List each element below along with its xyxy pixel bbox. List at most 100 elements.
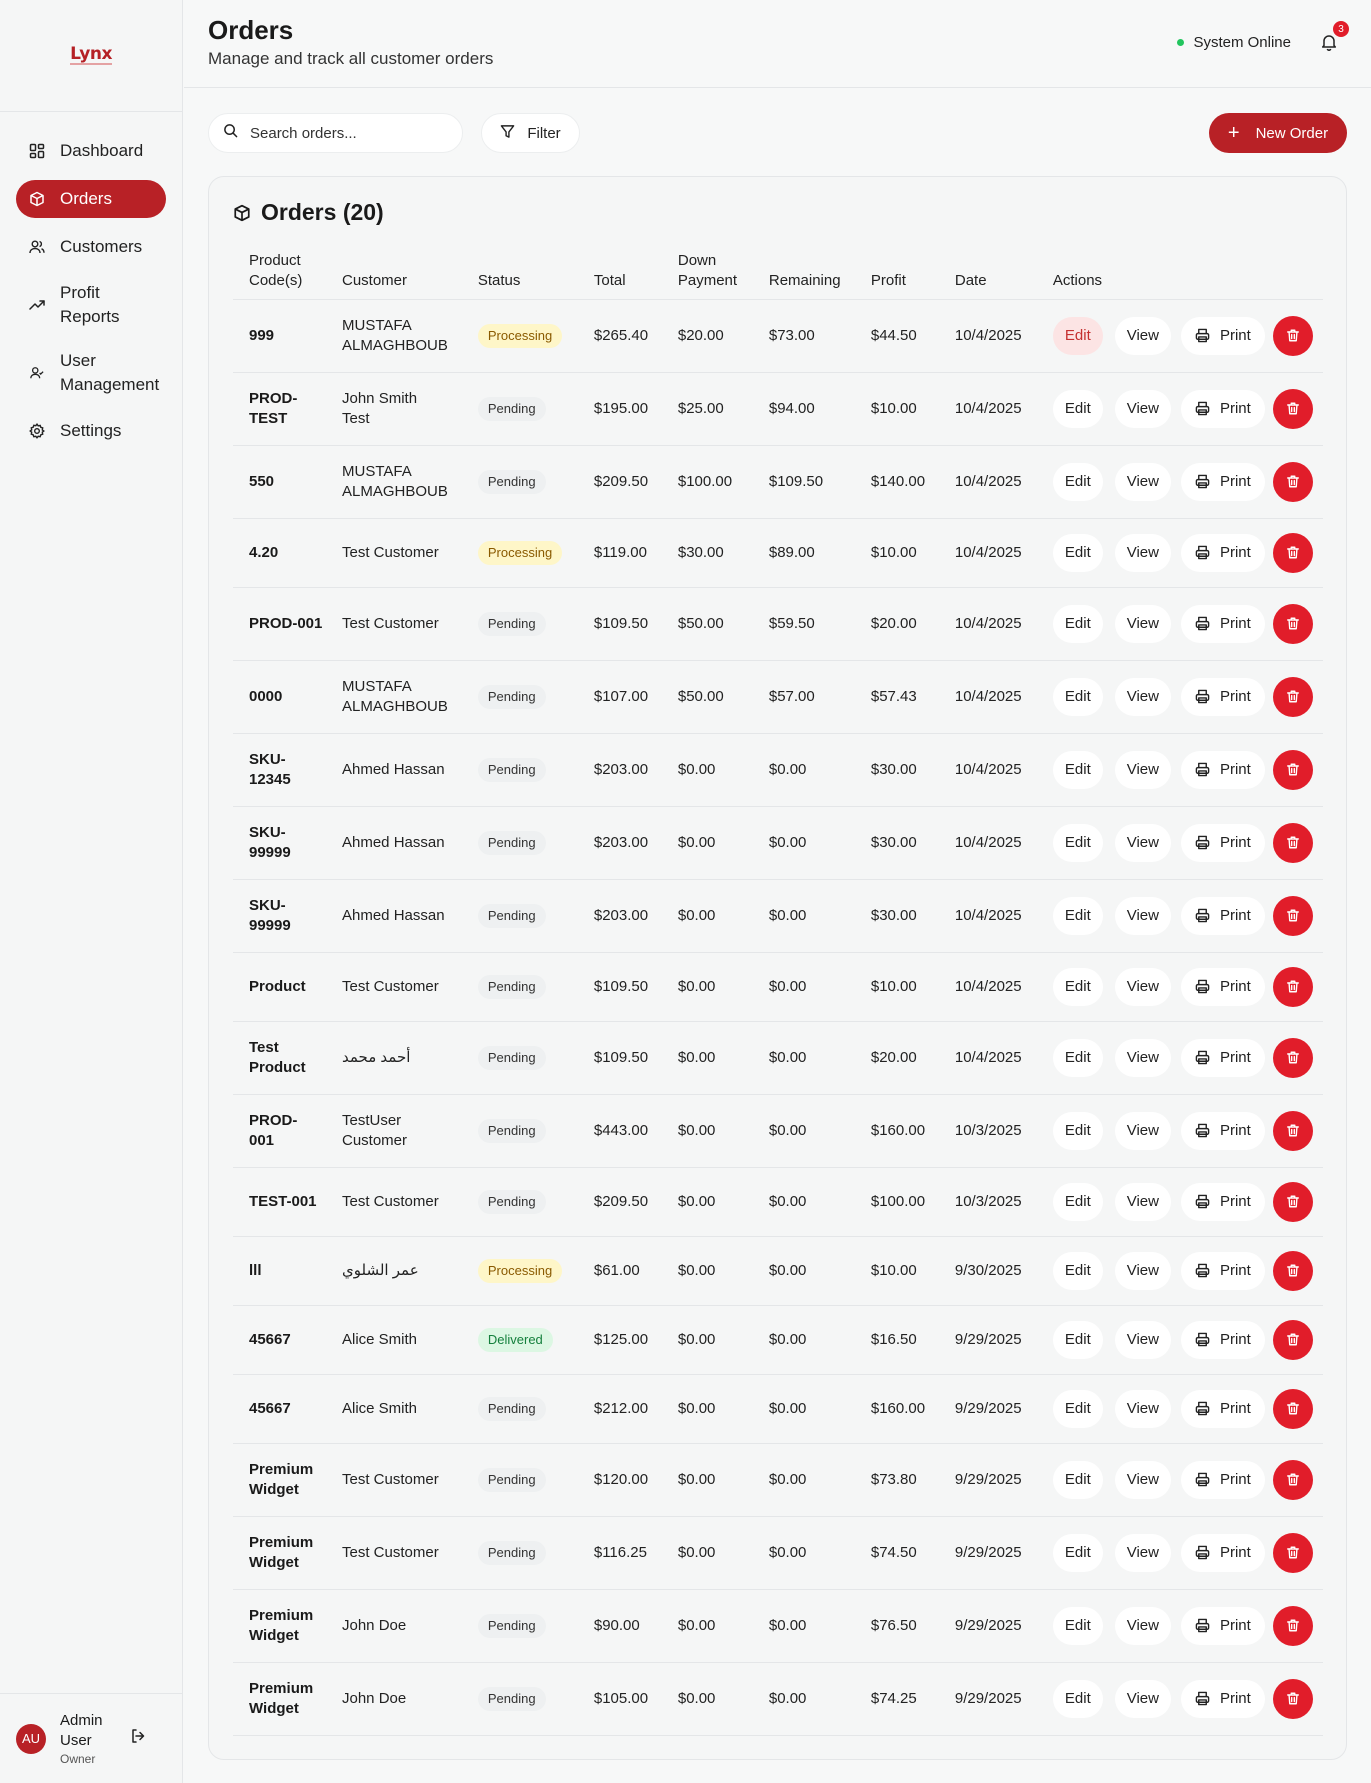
delete-button[interactable] [1272,895,1313,936]
print-button[interactable]: Print [1180,1606,1265,1645]
edit-button[interactable]: Edit [1052,1606,1103,1645]
column-header-status[interactable]: Status [461,249,578,300]
print-button[interactable]: Print [1180,1320,1265,1359]
new-order-button[interactable]: + New Order [1209,113,1347,153]
delete-button[interactable] [1272,1037,1313,1078]
table-row[interactable]: Premium Widget Test Customer Pending $120.0… [233,1443,1323,1517]
table-row[interactable]: SKU-99999 Ahmed Hassan Pending $203.00 $0.00… [233,806,1323,880]
sidebar-item-dashboard[interactable]: Dashboard [16,132,166,170]
edit-button[interactable]: Edit [1052,750,1103,789]
edit-button[interactable]: Edit [1052,1038,1103,1077]
view-button[interactable]: View [1114,1533,1171,1572]
view-button[interactable]: View [1114,1460,1171,1499]
print-button[interactable]: Print [1180,1038,1265,1077]
sidebar-item-profit-reports[interactable]: Profit Reports [16,276,166,334]
sidebar-item-settings[interactable]: Settings [16,412,166,450]
logout-button[interactable] [130,1728,146,1749]
delete-button[interactable] [1272,1459,1313,1500]
delete-button[interactable] [1272,603,1313,644]
edit-button[interactable]: Edit [1052,604,1103,643]
table-row[interactable]: 4.20 Test Customer Processing $119.00 $30.00… [233,518,1323,588]
column-header-date[interactable]: Date [938,249,1037,300]
delete-button[interactable] [1272,532,1313,573]
print-button[interactable]: Print [1180,967,1265,1006]
delete-button[interactable] [1272,1532,1313,1573]
view-button[interactable]: View [1114,1606,1171,1645]
table-row[interactable]: SKU-99999 Ahmed Hassan Pending $203.00 $0.00… [233,879,1323,953]
delete-button[interactable] [1272,966,1313,1007]
print-button[interactable]: Print [1180,1460,1265,1499]
view-button[interactable]: View [1114,389,1171,428]
view-button[interactable]: View [1114,533,1171,572]
view-button[interactable]: View [1114,1251,1171,1290]
delete-button[interactable] [1272,1319,1313,1360]
sidebar-item-customers[interactable]: Customers [16,228,166,266]
edit-button[interactable]: Edit [1052,1251,1103,1290]
avatar[interactable]: AU [16,1723,46,1754]
edit-button[interactable]: Edit [1052,1111,1103,1150]
print-button[interactable]: Print [1180,1111,1265,1150]
print-button[interactable]: Print [1180,316,1265,355]
table-row[interactable]: TEST-001 Test Customer Pending $209.50 $0.00… [233,1167,1323,1237]
sidebar-item-user-management[interactable]: User Management [16,344,166,402]
table-row[interactable]: Premium Widget John Doe Pending $90.00 $0.00… [233,1589,1323,1663]
delete-button[interactable] [1272,1388,1313,1429]
delete-button[interactable] [1272,1250,1313,1291]
edit-button[interactable]: Edit [1052,1320,1103,1359]
print-button[interactable]: Print [1180,677,1265,716]
view-button[interactable]: View [1114,896,1171,935]
edit-button[interactable]: Edit [1052,1679,1103,1718]
delete-button[interactable] [1272,1678,1313,1719]
notifications-button[interactable] [1321,33,1337,56]
table-row[interactable]: PROD-001 Test Customer Pending $109.50 $50.0… [233,587,1323,661]
print-button[interactable]: Print [1180,750,1265,789]
table-row[interactable]: Premium Widget Test Customer Pending $116.2… [233,1516,1323,1590]
edit-button[interactable]: Edit [1052,1389,1103,1428]
column-header-down-payment[interactable]: Down Payment [661,249,753,300]
table-row[interactable]: lll عمر الشلوي Processing $61.00 $0.00 $0.00 $… [233,1236,1323,1306]
delete-button[interactable] [1272,461,1313,502]
table-row[interactable]: Test Product أحمد محمد Pending $109.50 $0.00… [233,1021,1323,1095]
print-button[interactable]: Print [1180,462,1265,501]
view-button[interactable]: View [1114,604,1171,643]
column-header-total[interactable]: Total [577,249,662,300]
view-button[interactable]: View [1114,462,1171,501]
app-logo[interactable]: Lynx [70,46,112,65]
table-row[interactable]: 0000 MUSTAFA ALMAGHBOUB Pending $107.00 $50.… [233,660,1323,734]
table-row[interactable]: 999 MUSTAFA ALMAGHBOUB Processing $265.40 $2… [233,299,1323,373]
edit-button[interactable]: Edit [1052,389,1103,428]
view-button[interactable]: View [1114,677,1171,716]
delete-button[interactable] [1272,315,1313,356]
column-header-product-codes[interactable]: Product Code(s) [233,249,326,300]
print-button[interactable]: Print [1180,1251,1265,1290]
print-button[interactable]: Print [1180,1182,1265,1221]
print-button[interactable]: Print [1180,1679,1265,1718]
edit-button[interactable]: Edit [1052,316,1103,355]
column-header-profit[interactable]: Profit [854,249,939,300]
table-row[interactable]: 550 MUSTAFA ALMAGHBOUB Pending $209.50 $100.… [233,445,1323,519]
print-button[interactable]: Print [1180,533,1265,572]
column-header-remaining[interactable]: Remaining [752,249,855,300]
table-row[interactable]: PROD-TEST John Smith Test Pending $195.00 $2… [233,372,1323,446]
column-header-customer[interactable]: Customer [326,249,462,300]
view-button[interactable]: View [1114,1389,1171,1428]
delete-button[interactable] [1272,388,1313,429]
table-row[interactable]: SKU-12345 Ahmed Hassan Pending $203.00 $0.00… [233,733,1323,807]
view-button[interactable]: View [1114,1111,1171,1150]
table-row[interactable]: 45667 Alice Smith Pending $212.00 $0.00 $0.00… [233,1374,1323,1444]
view-button[interactable]: View [1114,967,1171,1006]
view-button[interactable]: View [1114,823,1171,862]
print-button[interactable]: Print [1180,389,1265,428]
edit-button[interactable]: Edit [1052,967,1103,1006]
edit-button[interactable]: Edit [1052,823,1103,862]
view-button[interactable]: View [1114,1320,1171,1359]
edit-button[interactable]: Edit [1052,1533,1103,1572]
delete-button[interactable] [1272,1605,1313,1646]
sidebar-item-orders[interactable]: Orders [16,180,166,218]
delete-button[interactable] [1272,822,1313,863]
table-row[interactable]: 45667 Alice Smith Delivered $125.00 $0.00 $0.… [233,1305,1323,1375]
view-button[interactable]: View [1114,316,1171,355]
edit-button[interactable]: Edit [1052,462,1103,501]
edit-button[interactable]: Edit [1052,1182,1103,1221]
delete-button[interactable] [1272,676,1313,717]
